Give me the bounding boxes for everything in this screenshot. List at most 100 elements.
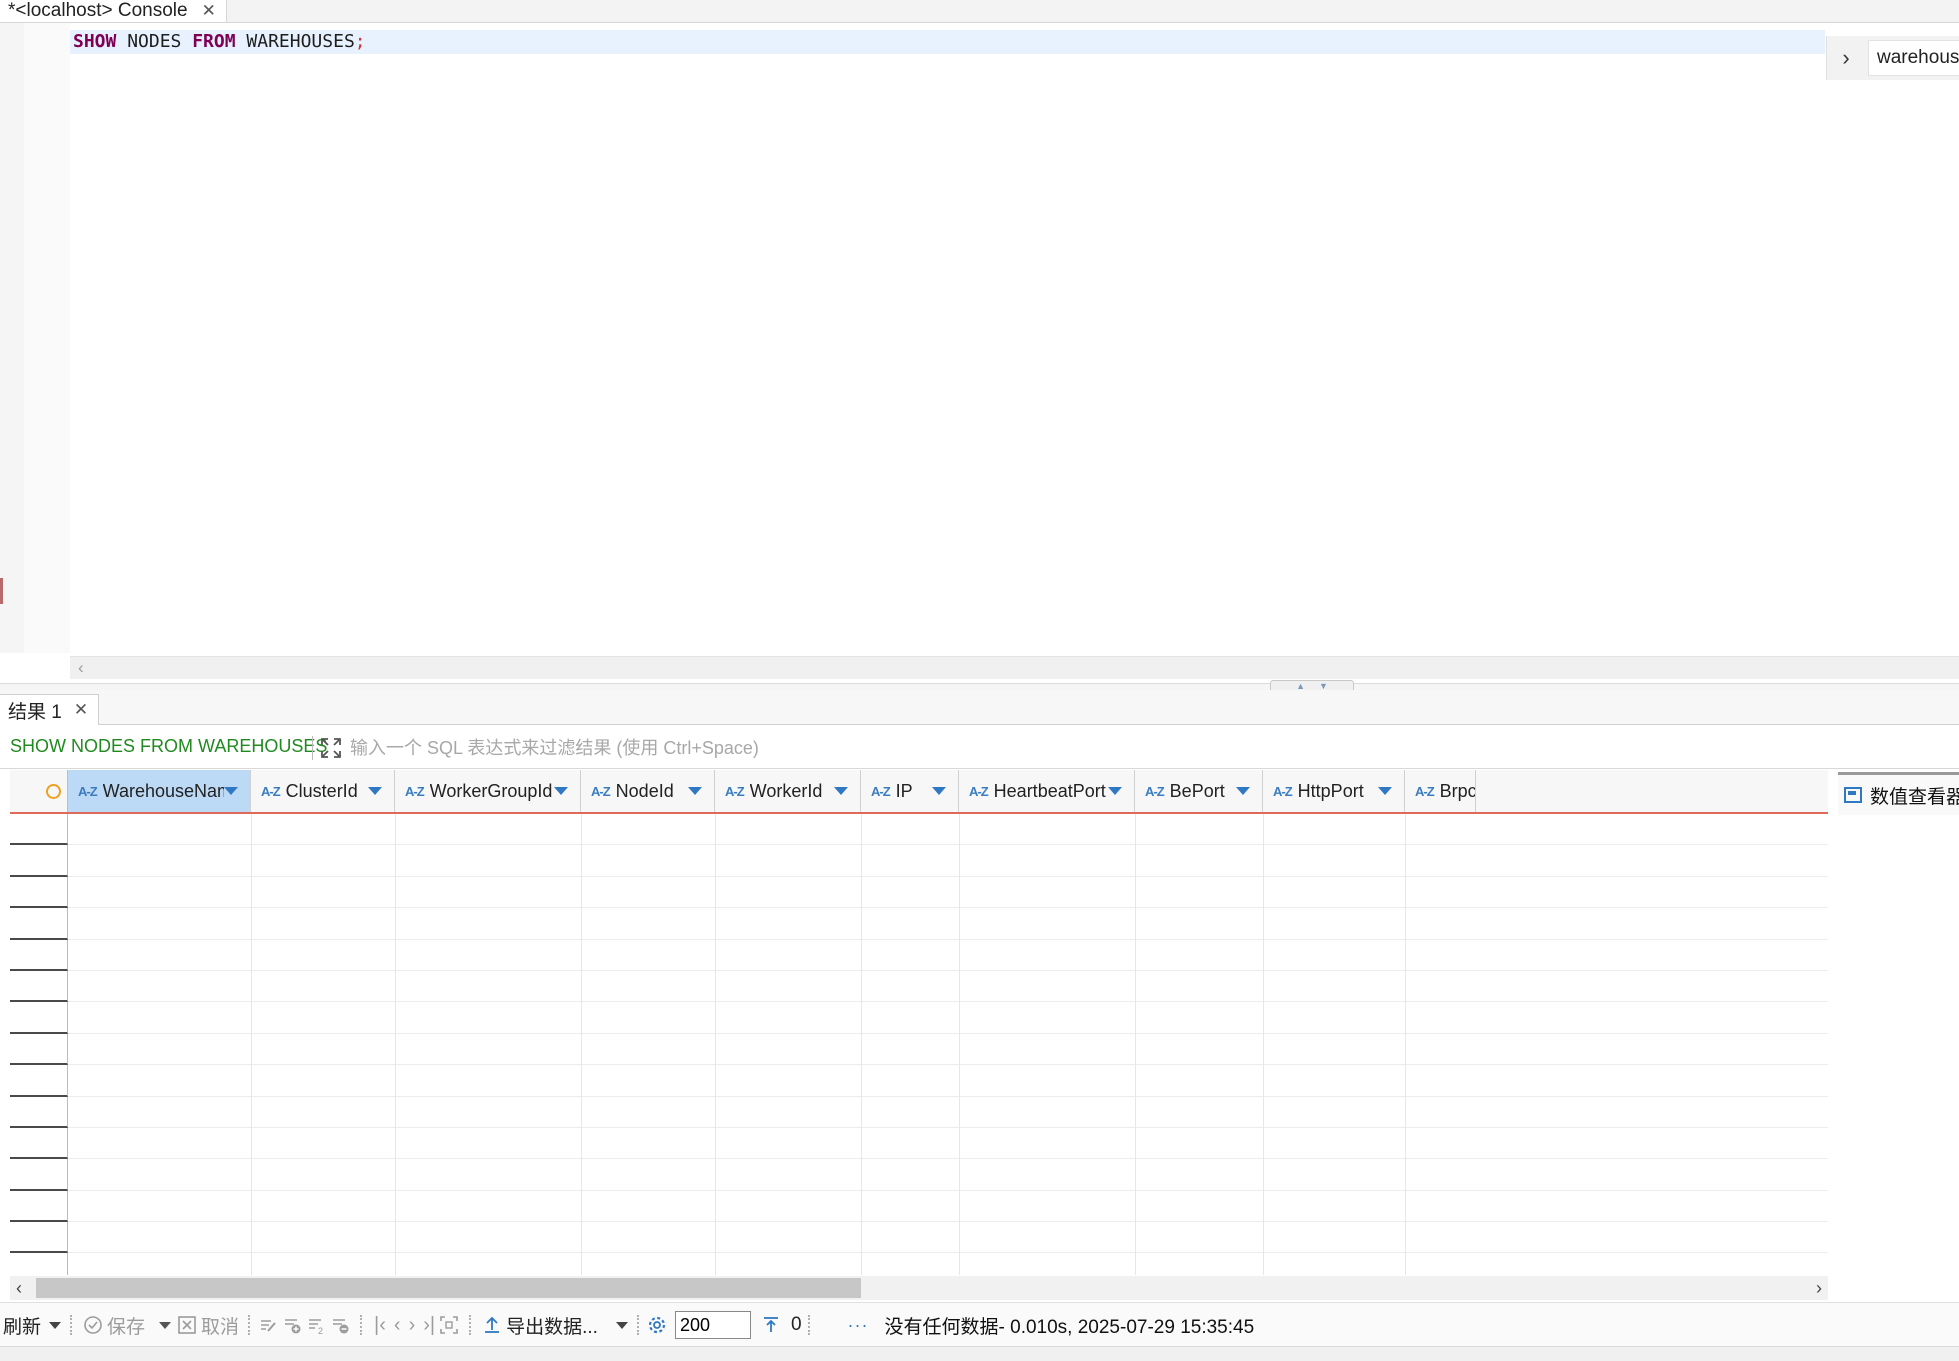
scrollbar-thumb[interactable] [36,1278,861,1298]
chevron-down-icon[interactable] [49,1321,62,1329]
column-header[interactable]: A-Z BePort [1135,770,1263,812]
column-header[interactable]: A-Z ClusterId [251,770,395,812]
table-row[interactable] [68,877,1828,909]
gear-icon[interactable] [647,1315,667,1335]
column-menu-icon[interactable] [1378,787,1392,795]
last-page-icon[interactable]: ›| [423,1314,435,1337]
row-header[interactable] [10,845,68,877]
scroll-right-icon[interactable]: › [1816,1276,1822,1300]
filter-input[interactable] [350,733,1350,763]
string-type-icon: A-Z [969,783,989,799]
table-row[interactable] [68,1034,1828,1066]
column-header[interactable]: A-Z NodeId [581,770,715,812]
chevron-down-icon[interactable] [615,1321,628,1329]
chevron-down-icon[interactable] [159,1321,172,1329]
tab-results-1[interactable]: 结果 1 ✕ [0,694,100,725]
column-menu-icon[interactable] [688,787,702,795]
close-icon[interactable]: ✕ [202,1,216,21]
expand-icon[interactable] [320,737,342,759]
table-row[interactable] [68,1253,1828,1275]
row-header[interactable] [10,1222,68,1254]
chevron-right-icon[interactable]: › [1830,40,1862,76]
panel-splitter[interactable] [0,683,1959,690]
outline-item[interactable]: warehous [1868,40,1959,76]
sql-editor[interactable] [0,23,1959,683]
svg-text:2: 2 [318,1326,323,1335]
column-menu-icon[interactable] [932,787,946,795]
column-header[interactable]: A-Z WorkerGroupId [395,770,581,812]
scroll-left-icon[interactable]: ‹ [16,1276,22,1300]
grid-body[interactable] [68,814,1828,1275]
delete-row-icon[interactable] [330,1315,350,1335]
column-name: ClusterId [285,780,358,801]
sql-statement-line[interactable]: SHOW NODES FROM WAREHOUSES; [73,30,366,54]
table-row[interactable] [68,1222,1828,1254]
column-menu-icon[interactable] [1236,787,1250,795]
column-header[interactable]: A-Z IP [861,770,959,812]
column-menu-icon[interactable] [834,787,848,795]
row-header[interactable] [10,939,68,971]
column-header[interactable]: A-Z WorkerId [715,770,861,812]
add-row-icon[interactable] [282,1315,302,1335]
scroll-left-icon[interactable]: ‹ [78,657,84,679]
table-row[interactable] [68,1128,1828,1160]
editor-tab-console[interactable]: *<localhost> Console ✕ [0,0,227,22]
column-menu-icon[interactable] [554,787,568,795]
table-row[interactable] [68,1002,1828,1034]
row-header[interactable] [10,1253,68,1275]
table-row[interactable] [68,1159,1828,1191]
executed-query-label[interactable]: SHOW NODES FROM WAREHOUSES [10,736,327,757]
row-header[interactable] [10,1065,68,1097]
close-icon[interactable]: ✕ [74,700,88,720]
row-header[interactable] [10,970,68,1003]
results-grid[interactable]: A-ZWarehouseNameA-ZClusterIdA-ZWorkerGro… [10,770,1828,1275]
duplicate-row-icon[interactable]: 2 [306,1315,326,1335]
table-row[interactable] [68,845,1828,877]
cancel-button[interactable]: 取消 [174,1309,242,1341]
column-menu-icon[interactable] [1108,787,1122,795]
row-header[interactable] [10,1096,68,1128]
more-icon[interactable]: ··· [848,1315,869,1336]
string-type-icon: A-Z [1145,783,1165,799]
export-data-button[interactable]: 导出数据... [479,1309,631,1341]
column-header[interactable]: A-Z HttpPort [1263,770,1405,812]
table-row[interactable] [68,908,1828,940]
column-menu-icon[interactable] [224,787,238,795]
next-page-icon[interactable]: › [409,1314,416,1337]
fetch-size-input[interactable] [674,1311,751,1339]
table-row[interactable] [68,940,1828,971]
table-row[interactable] [68,1065,1828,1097]
value-viewer-label: 数值查看器 [1870,786,1959,808]
table-row[interactable] [68,971,1828,1003]
column-header[interactable]: A-Z Brpc [1405,770,1476,812]
column-header[interactable]: A-ZWarehouseName [68,770,251,812]
row-header[interactable] [10,1159,68,1191]
previous-page-icon[interactable]: ‹ [394,1314,401,1337]
row-header[interactable] [10,876,68,909]
refresh-button[interactable]: 刷新 [0,1309,64,1341]
table-row[interactable] [68,814,1828,846]
value-viewer-panel[interactable]: 数值查看器 [1838,772,1959,815]
row-header[interactable] [10,1033,68,1066]
fetch-all-icon[interactable] [439,1315,459,1335]
row-header[interactable] [10,1127,68,1160]
first-page-icon[interactable]: |‹ [374,1314,386,1337]
column-menu-icon[interactable] [368,787,382,795]
divider [248,1315,252,1335]
grid-corner[interactable] [10,770,68,812]
column-divider [715,814,716,1275]
save-button[interactable]: 保存 [80,1309,174,1341]
row-header[interactable] [10,814,68,846]
cancel-label: 取消 [201,1316,240,1338]
select-all-icon[interactable] [46,783,61,799]
column-header[interactable]: A-Z HeartbeatPort [959,770,1135,812]
grid-horizontal-scrollbar[interactable]: ‹ › [10,1276,1828,1300]
edit-row-icon[interactable] [258,1315,278,1335]
row-count-icon[interactable] [761,1315,781,1335]
row-header[interactable] [10,1002,68,1034]
row-header[interactable] [10,1190,68,1223]
row-header[interactable] [10,908,68,940]
editor-horizontal-scrollbar[interactable]: ‹ [70,656,1959,679]
table-row[interactable] [68,1097,1828,1128]
table-row[interactable] [68,1191,1828,1223]
